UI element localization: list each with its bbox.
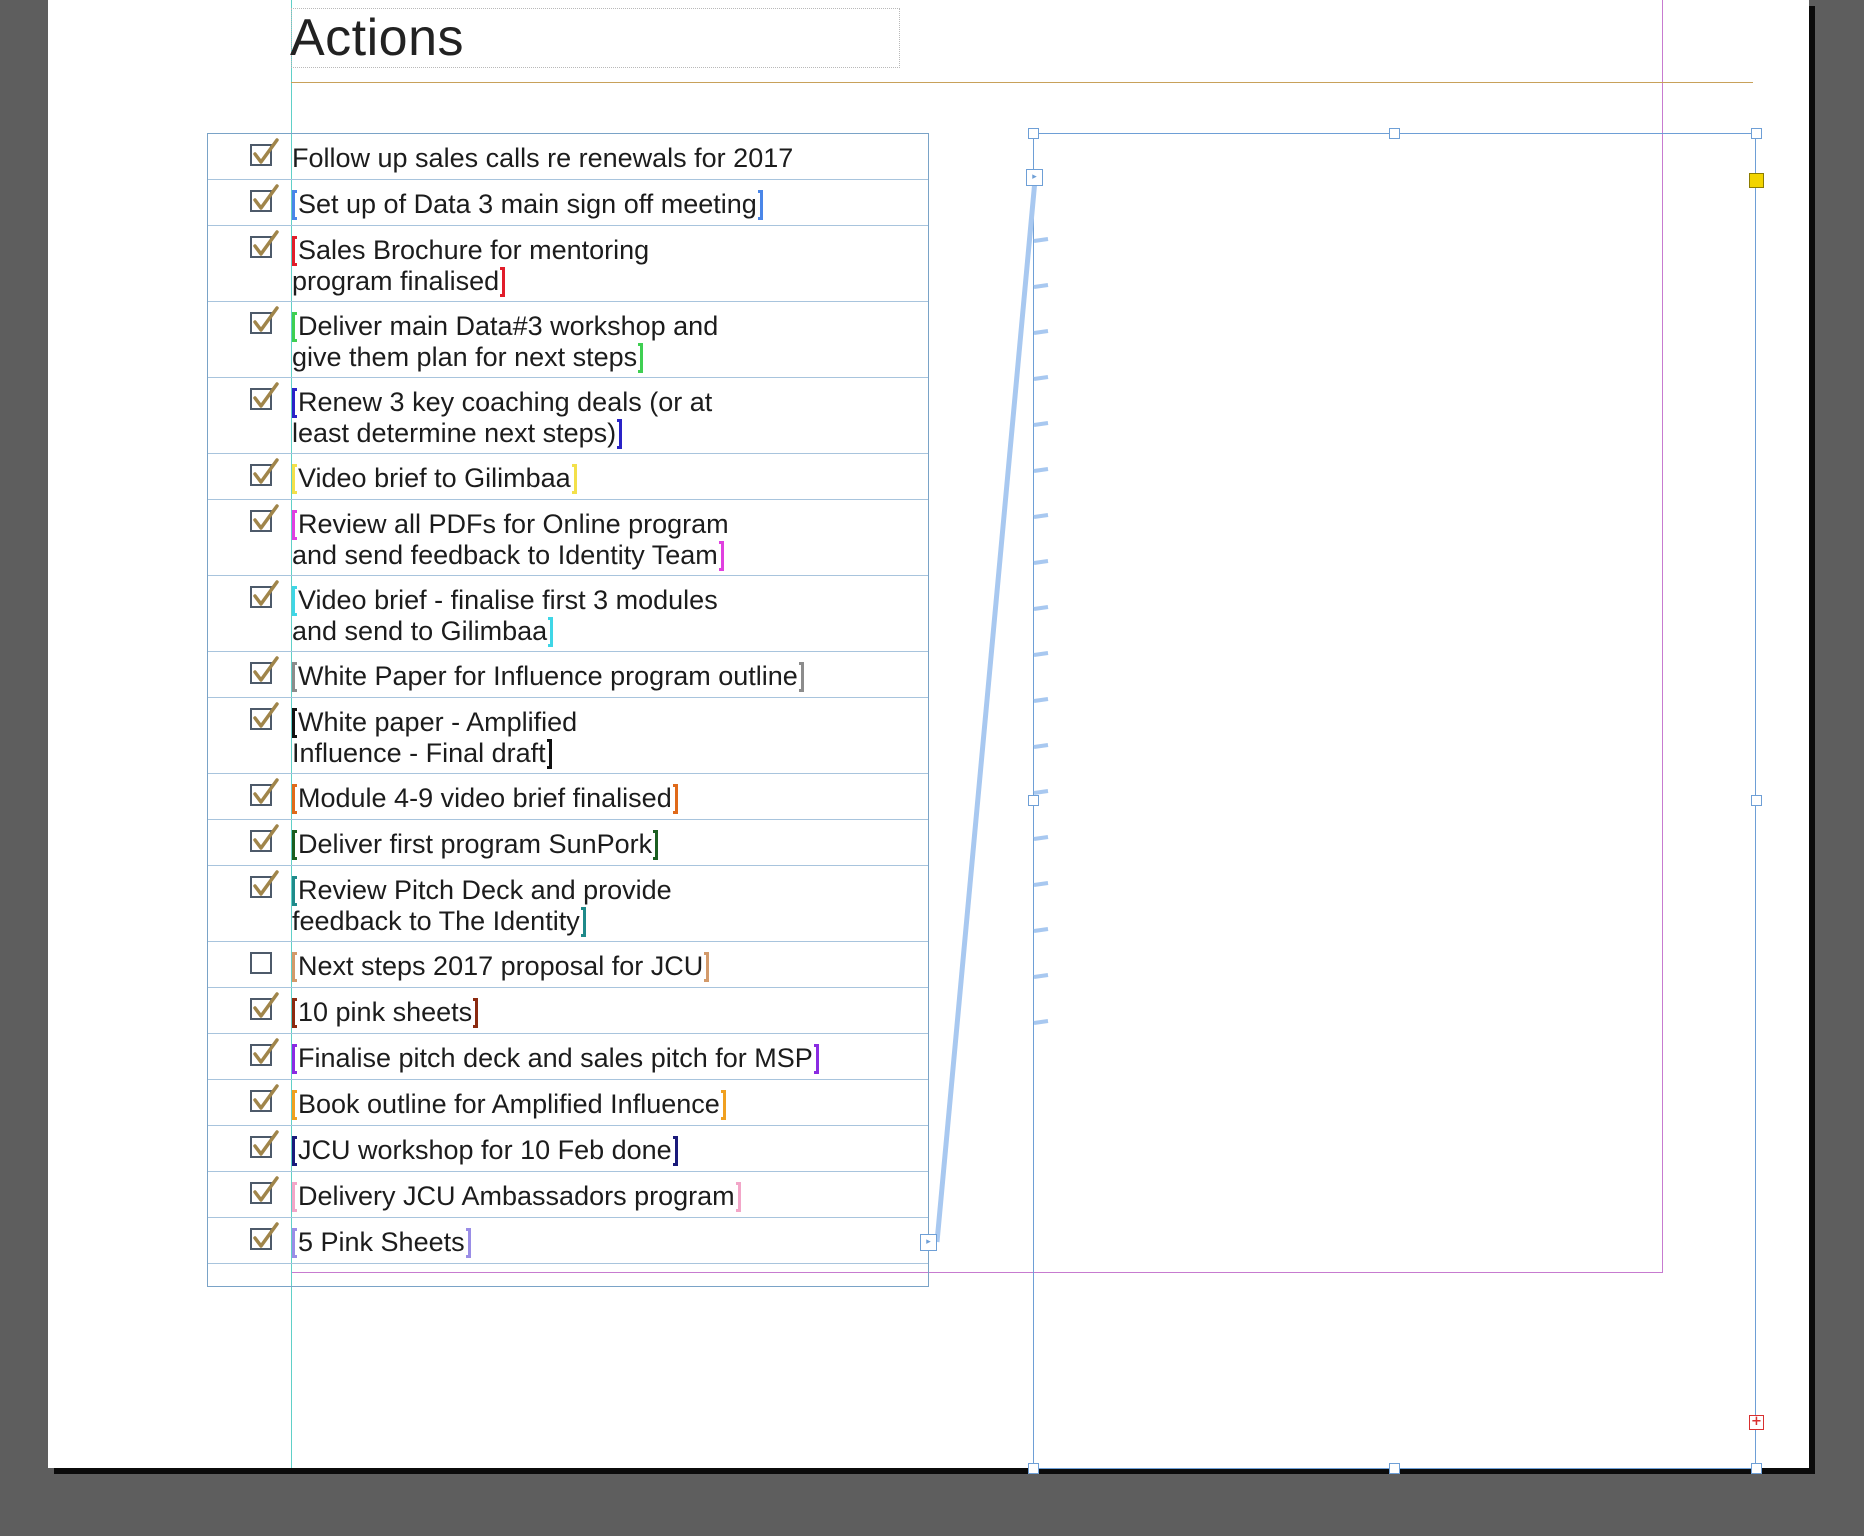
checkbox-checked-icon[interactable] xyxy=(250,1222,279,1250)
task-text[interactable]: Module 4-9 video brief finalised xyxy=(292,783,678,814)
frame-handle-top-middle[interactable] xyxy=(1389,128,1400,139)
task-text[interactable]: White Paper for Influence program outlin… xyxy=(292,661,804,692)
document-page: Actions Follow up sales calls re renewal… xyxy=(48,0,1809,1474)
live-corner-icon[interactable] xyxy=(1749,173,1764,188)
checkbox-checked-icon[interactable] xyxy=(250,1130,279,1158)
checkbox-checked-icon[interactable] xyxy=(250,1084,279,1112)
table-row[interactable]: 5 Pink Sheets xyxy=(208,1218,928,1264)
checkbox-checked-icon[interactable] xyxy=(250,656,279,684)
task-text[interactable]: Review all PDFs for Online program and se… xyxy=(292,509,729,571)
overset-icon[interactable]: + xyxy=(1749,1415,1764,1430)
frame-handle-bottom-left[interactable] xyxy=(1028,1463,1039,1474)
checkbox-checked-icon[interactable] xyxy=(250,778,279,806)
checkbox-checked-icon[interactable] xyxy=(250,504,279,532)
task-text[interactable]: Sales Brochure for mentoring program fina… xyxy=(292,235,649,297)
table-row[interactable]: Video brief to Gilimbaa xyxy=(208,454,928,500)
checkbox-checked-icon[interactable] xyxy=(250,702,279,730)
checkbox-checked-icon[interactable] xyxy=(250,824,279,852)
checkbox-checked-icon[interactable] xyxy=(250,1176,279,1204)
checkbox-checked-icon[interactable] xyxy=(250,230,279,258)
task-text[interactable]: White paper - Amplified Influence - Final… xyxy=(292,707,577,769)
checkbox-checked-icon[interactable] xyxy=(250,382,279,410)
table-row[interactable]: Follow up sales calls re renewals for 20… xyxy=(208,134,928,180)
task-text[interactable]: Follow up sales calls re renewals for 20… xyxy=(292,143,793,173)
frame-handle-middle-right[interactable] xyxy=(1751,795,1762,806)
table-row[interactable]: Book outline for Amplified Influence xyxy=(208,1080,928,1126)
frame-handle-middle-left[interactable] xyxy=(1028,795,1039,806)
title-rule xyxy=(291,82,1753,83)
task-text[interactable]: 5 Pink Sheets xyxy=(292,1227,471,1258)
checkbox-checked-icon[interactable] xyxy=(250,138,279,166)
task-text[interactable]: Review Pitch Deck and provide feedback to… xyxy=(292,875,672,937)
frame-handle-bottom-right[interactable] xyxy=(1751,1463,1762,1474)
task-text[interactable]: Video brief - finalise first 3 modules an… xyxy=(292,585,718,647)
task-text[interactable]: Finalise pitch deck and sales pitch for … xyxy=(292,1043,819,1074)
frame-handle-top-right[interactable] xyxy=(1751,128,1762,139)
checkbox-checked-icon[interactable] xyxy=(250,1038,279,1066)
table-row[interactable]: Review all PDFs for Online program and se… xyxy=(208,500,928,576)
threaded-text-frame[interactable] xyxy=(1033,133,1756,1469)
table-row[interactable]: Video brief - finalise first 3 modules an… xyxy=(208,576,928,652)
checkbox-checked-icon[interactable] xyxy=(250,184,279,212)
task-text[interactable]: Book outline for Amplified Influence xyxy=(292,1089,726,1120)
table-row[interactable]: Deliver main Data#3 workshop and give the… xyxy=(208,302,928,378)
table-row[interactable]: 10 pink sheets xyxy=(208,988,928,1034)
table-row[interactable]: Next steps 2017 proposal for JCU xyxy=(208,942,928,988)
task-text[interactable]: Renew 3 key coaching deals (or at least d… xyxy=(292,387,712,449)
table-row[interactable]: White Paper for Influence program outlin… xyxy=(208,652,928,698)
table-row[interactable]: Renew 3 key coaching deals (or at least d… xyxy=(208,378,928,454)
checkbox-checked-icon[interactable] xyxy=(250,992,279,1020)
page-title[interactable]: Actions xyxy=(290,12,464,64)
checkbox-checked-icon[interactable] xyxy=(250,580,279,608)
checkbox-checked-icon[interactable] xyxy=(250,306,279,334)
task-text[interactable]: Delivery JCU Ambassadors program xyxy=(292,1181,741,1212)
task-text[interactable]: Next steps 2017 proposal for JCU xyxy=(292,951,710,982)
table-row[interactable]: Deliver first program SunPork xyxy=(208,820,928,866)
checkbox-empty-icon[interactable] xyxy=(250,952,272,974)
task-text[interactable]: Set up of Data 3 main sign off meeting xyxy=(292,189,763,220)
task-text[interactable]: Deliver main Data#3 workshop and give the… xyxy=(292,311,718,373)
table-row[interactable]: JCU workshop for 10 Feb done xyxy=(208,1126,928,1172)
table-row[interactable]: White paper - Amplified Influence - Final… xyxy=(208,698,928,774)
table-row[interactable]: Sales Brochure for mentoring program fina… xyxy=(208,226,928,302)
task-text[interactable]: 10 pink sheets xyxy=(292,997,479,1028)
task-text[interactable]: Deliver first program SunPork xyxy=(292,829,659,860)
frame-handle-bottom-middle[interactable] xyxy=(1389,1463,1400,1474)
task-text[interactable]: JCU workshop for 10 Feb done xyxy=(292,1135,678,1166)
out-port-icon[interactable]: ▸ xyxy=(920,1234,937,1251)
in-port-icon[interactable]: ▸ xyxy=(1026,169,1043,186)
table-row[interactable]: Set up of Data 3 main sign off meeting xyxy=(208,180,928,226)
checkbox-checked-icon[interactable] xyxy=(250,458,279,486)
frame-handle-top-left[interactable] xyxy=(1028,128,1039,139)
checkbox-checked-icon[interactable] xyxy=(250,870,279,898)
table-row[interactable]: Module 4-9 video brief finalised xyxy=(208,774,928,820)
checklist-table[interactable]: Follow up sales calls re renewals for 20… xyxy=(207,133,929,1287)
task-text[interactable]: Video brief to Gilimbaa xyxy=(292,463,577,494)
table-row[interactable]: Review Pitch Deck and provide feedback to… xyxy=(208,866,928,942)
table-row[interactable]: Finalise pitch deck and sales pitch for … xyxy=(208,1034,928,1080)
table-row[interactable]: Delivery JCU Ambassadors program xyxy=(208,1172,928,1218)
